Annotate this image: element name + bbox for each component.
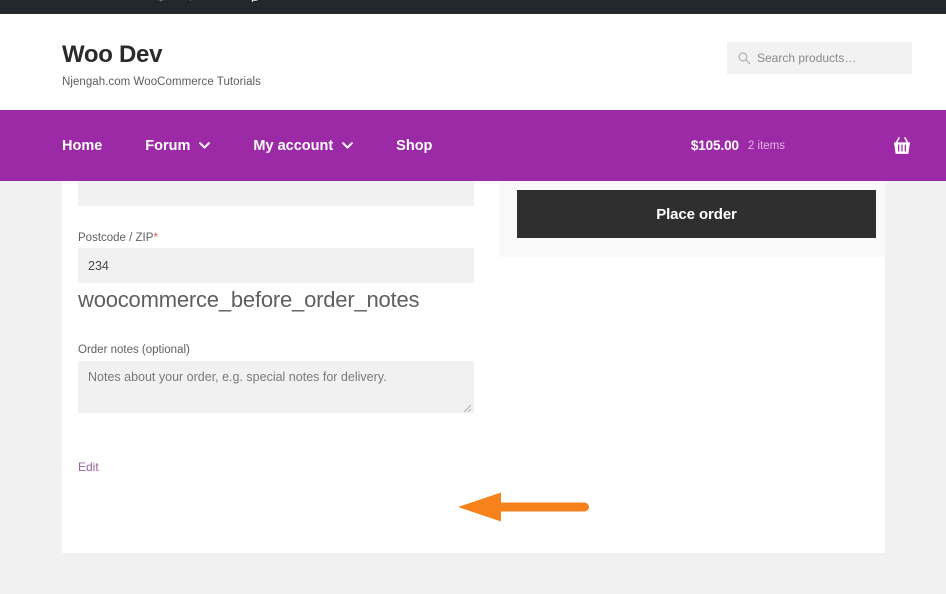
admin-bar-item[interactable]: ● (220, 0, 227, 3)
nav-item-label: Home (62, 137, 103, 154)
shopping-basket-icon[interactable] (892, 136, 912, 156)
order-review-column: I have read and agree to the website ter… (499, 172, 885, 257)
hook-name-label: woocommerce_before_order_notes (78, 287, 420, 312)
nav-item-my-account[interactable]: My account (253, 138, 377, 154)
edit-link[interactable]: Edit (78, 460, 99, 474)
checkout-columns: Postcode / ZIP* woocommerce_before_order… (62, 172, 885, 553)
admin-bar-item[interactable]: ⚙ (156, 0, 166, 4)
site-branding[interactable]: Woo Dev Njengah.com WooCommerce Tutorial… (62, 41, 261, 89)
nav-item-label: My account (253, 137, 334, 154)
nav-item-label: Shop (396, 137, 433, 154)
checkout-card: Postcode / ZIP* woocommerce_before_order… (62, 172, 885, 553)
cart-summary[interactable]: $105.00 2 items (691, 136, 912, 156)
postcode-label: Postcode / ZIP* (78, 232, 474, 244)
search-input[interactable] (757, 51, 912, 65)
order-notes-textarea[interactable] (78, 361, 474, 413)
content-background: Postcode / ZIP* woocommerce_before_order… (0, 172, 946, 594)
nav-list: Home Forum My account Shop (62, 138, 432, 154)
place-order-button[interactable]: Place order (517, 190, 876, 238)
postcode-field-row: Postcode / ZIP* (78, 232, 474, 283)
admin-bar-item[interactable]: ✎ (125, 0, 134, 4)
postcode-input[interactable] (78, 248, 474, 283)
admin-bar-item[interactable]: + (284, 0, 290, 3)
chevron-down-icon[interactable] (342, 142, 354, 149)
primary-navigation: Home Forum My account Shop $105.00 2 ite… (0, 110, 946, 181)
wordpress-admin-bar[interactable]: ⌂ ✎ ⚙ ⚐ ● 💬 + (0, 0, 946, 14)
nav-item-home[interactable]: Home (62, 138, 126, 154)
product-search[interactable] (727, 42, 912, 74)
nav-item-label: Forum (145, 137, 191, 154)
site-header: Woo Dev Njengah.com WooCommerce Tutorial… (0, 14, 946, 110)
chevron-down-icon[interactable] (199, 142, 211, 149)
cart-total: $105.00 (690, 138, 739, 153)
order-review-panel: I have read and agree to the website ter… (499, 172, 885, 257)
cart-item-count: 2 items (747, 139, 785, 152)
nav-item-shop[interactable]: Shop (396, 138, 432, 154)
postcode-label-text: Postcode / ZIP (78, 232, 154, 244)
site-title[interactable]: Woo Dev (62, 41, 261, 68)
admin-bar-item[interactable]: ⚐ (188, 0, 198, 4)
nav-item-forum[interactable]: Forum (145, 138, 234, 154)
admin-bar-item[interactable]: 💬 (248, 0, 262, 4)
site-tagline: Njengah.com WooCommerce Tutorials (62, 76, 261, 89)
required-asterisk: * (153, 232, 158, 244)
search-icon (738, 52, 751, 65)
site-wrapper: Woo Dev Njengah.com WooCommerce Tutorial… (0, 14, 946, 594)
order-notes-label: Order notes (optional) (78, 344, 190, 356)
admin-bar-item[interactable]: ⌂ (96, 0, 103, 3)
